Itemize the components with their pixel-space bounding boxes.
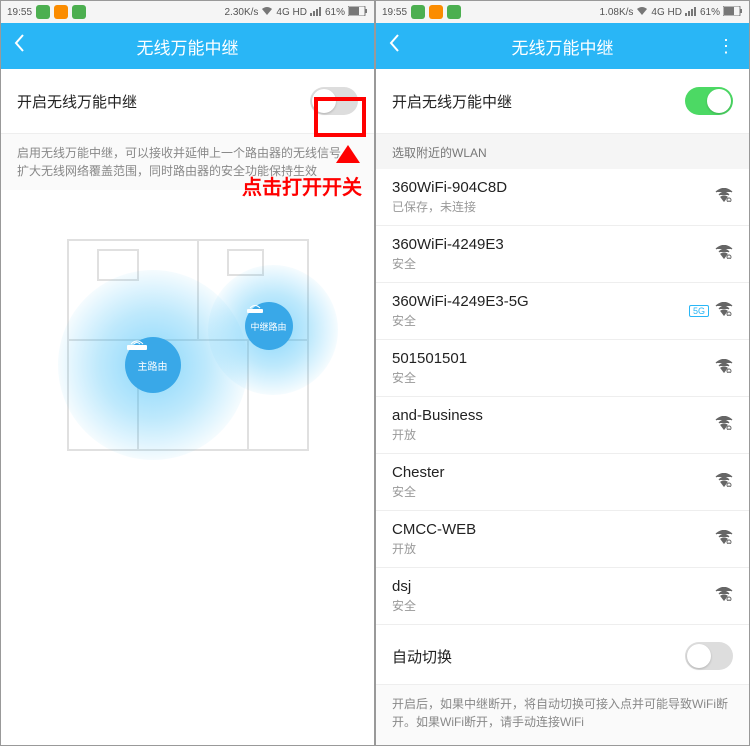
wifi-status: 开放 [392,540,476,557]
wifi-signal-icon: a [715,587,733,606]
wifi-item[interactable]: and-Business 开放 a [376,397,749,454]
title-bar: 无线万能中继 [1,23,374,69]
wifi-icon [636,6,648,19]
auto-switch-row[interactable]: 自动切换 [376,628,749,685]
status-icon-2 [429,5,443,19]
wifi-status: 安全 [392,369,467,386]
status-speed: 2.30K/s [225,7,259,18]
auto-switch-label: 自动切换 [392,646,452,667]
status-battery: 61% [700,7,720,18]
screen-right: 19:55 1.08K/s 4G HD 61% 无线万能中继 ⋮ 开 [375,0,750,746]
wifi-item[interactable]: 360WiFi-4249E3 安全 a [376,226,749,283]
wifi-item[interactable]: 360WiFi-4249E3-5G 安全 5G a [376,283,749,340]
auto-switch-toggle[interactable] [685,642,733,670]
wifi-signal-icon: a [715,302,733,321]
wifi-status: 开放 [392,426,483,443]
wifi-icon [261,6,273,19]
wifi-signal-icon: a [715,473,733,492]
enable-relay-toggle-on[interactable] [685,87,733,115]
wifi-name: 360WiFi-4249E3 [392,236,504,253]
enable-relay-label: 开启无线万能中继 [392,91,512,112]
wifi-name: 360WiFi-4249E3-5G [392,293,529,310]
wifi-list[interactable]: 360WiFi-904C8D已保存，未连接a360WiFi-4249E3安全a3… [376,169,749,628]
page-title: 无线万能中继 [376,34,749,59]
back-button[interactable] [13,33,25,59]
wifi-status: 安全 [392,255,504,272]
status-net: 4G HD [651,7,682,18]
wifi-item[interactable]: 501501501 安全 a [376,340,749,397]
wifi-status: 已保存，未连接 [392,198,507,215]
5g-badge: 5G [689,305,709,317]
status-icon-3 [72,5,86,19]
wifi-name: dsj [392,578,416,595]
wifi-item[interactable]: CMCC-WEB 开放 a [376,511,749,568]
main-router-label: 主路由 [138,358,168,373]
wifi-signal-icon: a [715,416,733,435]
wifi-signal-icon: a [715,188,733,207]
wifi-name: 501501501 [392,350,467,367]
screen-left: 19:55 2.30K/s 4G HD 61% 无线万能中继 点击打开开关 [0,0,375,746]
status-net: 4G HD [276,7,307,18]
wifi-item[interactable]: Chester 安全 a [376,454,749,511]
battery-icon [348,6,368,19]
status-bar: 19:55 2.30K/s 4G HD 61% [1,1,374,23]
main-router-node: 主路由 [125,337,181,393]
coverage-illustration: 主路由 中继路由 [1,190,374,745]
wlan-section-label: 选取附近的WLAN [376,134,749,169]
enable-relay-toggle-off[interactable] [310,87,358,115]
signal-icon [310,6,322,19]
status-icon-1 [411,5,425,19]
wifi-status: 安全 [392,483,445,500]
status-battery: 61% [325,7,345,18]
wifi-status: 安全 [392,312,529,329]
battery-icon [723,6,743,19]
status-bar: 19:55 1.08K/s 4G HD 61% [376,1,749,23]
status-icon-3 [447,5,461,19]
enable-relay-row[interactable]: 开启无线万能中继 [1,69,374,134]
back-button[interactable] [388,33,400,59]
wifi-item[interactable]: dsj 安全 a [376,568,749,625]
extender-router-node: 中继路由 [245,302,293,350]
enable-relay-row[interactable]: 开启无线万能中继 [376,69,749,134]
status-time: 19:55 [7,7,32,18]
auto-switch-desc: 开启后，如果中继断开，将自动切换可接入点并可能导致WiFi断开。如果WiFi断开… [376,685,749,745]
wifi-name: CMCC-WEB [392,521,476,538]
wifi-name: Chester [392,464,445,481]
status-icon-2 [54,5,68,19]
signal-icon [685,6,697,19]
wifi-item[interactable]: 360WiFi-904C8D 已保存，未连接 a [376,169,749,226]
status-time: 19:55 [382,7,407,18]
status-icon-1 [36,5,50,19]
wifi-signal-icon: a [715,530,733,549]
wifi-signal-icon: a [715,245,733,264]
title-bar: 无线万能中继 ⋮ [376,23,749,69]
wifi-name: and-Business [392,407,483,424]
wifi-name: 360WiFi-904C8D [392,179,507,196]
status-speed: 1.08K/s [600,7,634,18]
wifi-status: 安全 [392,597,416,614]
annotation-text: 点击打开开关 [242,171,362,200]
more-button[interactable]: ⋮ [717,36,735,57]
enable-relay-label: 开启无线万能中继 [17,91,137,112]
extender-router-label: 中继路由 [250,320,286,333]
page-title: 无线万能中继 [1,34,374,59]
wifi-signal-icon: a [715,359,733,378]
